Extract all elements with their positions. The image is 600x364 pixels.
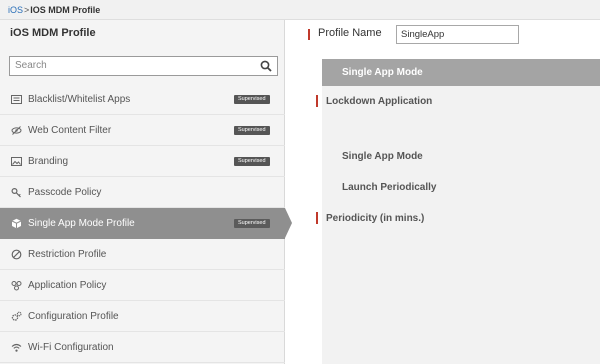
breadcrumb-current: IOS MDM Profile	[30, 5, 101, 15]
sidebar-title: iOS MDM Profile	[10, 27, 96, 39]
search-placeholder: Search	[15, 60, 47, 71]
apps-icon	[11, 281, 22, 291]
breadcrumb-separator: >	[24, 5, 30, 15]
sidebar-item-label: Passcode Policy	[28, 187, 102, 198]
eye-off-icon	[11, 126, 22, 135]
section-title: Single App Mode	[322, 59, 600, 86]
sidebar-item-label: Wi-Fi Configuration	[28, 342, 114, 353]
sidebar-item-label: Configuration Profile	[28, 311, 119, 322]
cube-icon	[11, 218, 22, 229]
main-content: Profile Name Single App Mode Lockdown Ap…	[286, 20, 600, 364]
wifi-icon	[11, 343, 22, 352]
image-icon	[11, 157, 22, 166]
sidebar-item-wifi-configuration[interactable]: Wi-Fi Configuration	[0, 332, 285, 363]
block-icon	[11, 249, 22, 260]
sidebar-item-configuration-profile[interactable]: Configuration Profile	[0, 301, 285, 332]
lockdown-application-label: Lockdown Application	[326, 96, 433, 107]
profile-name-label: Profile Name	[318, 27, 382, 39]
search-input[interactable]: Search	[9, 56, 278, 76]
sidebar-item-blacklist-whitelist-apps[interactable]: Blacklist/Whitelist Apps Supervised	[0, 84, 285, 115]
sidebar-item-label: Restriction Profile	[28, 249, 107, 260]
sidebar-item-label: Branding	[28, 156, 69, 167]
sidebar: iOS MDM Profile Search Blacklist/Whiteli…	[0, 20, 292, 364]
sidebar-item-label: Single App Mode Profile	[28, 218, 135, 229]
required-marker	[316, 95, 318, 107]
supervised-badge: Supervised	[234, 219, 270, 228]
supervised-badge: Supervised	[234, 95, 270, 104]
sidebar-item-passcode-policy[interactable]: Passcode Policy	[0, 177, 285, 208]
single-app-mode-label: Single App Mode	[342, 151, 423, 162]
sidebar-menu: Blacklist/Whitelist Apps Supervised Web …	[0, 84, 292, 363]
sidebar-item-application-policy[interactable]: Application Policy	[0, 270, 285, 301]
periodicity-label: Periodicity (in mins.)	[326, 213, 425, 224]
launch-periodically-label: Launch Periodically	[342, 182, 437, 193]
key-icon	[11, 187, 21, 198]
list-icon	[11, 95, 22, 104]
supervised-badge: Supervised	[234, 126, 270, 135]
single-app-mode-panel: Single App Mode Lockdown Application Sin…	[316, 59, 600, 364]
sidebar-item-label: Application Policy	[28, 280, 107, 291]
sidebar-item-single-app-mode-profile[interactable]: Single App Mode Profile Supervised	[0, 208, 292, 239]
sidebar-item-label: Web Content Filter	[28, 125, 112, 136]
sidebar-item-restriction-profile[interactable]: Restriction Profile	[0, 239, 285, 270]
cog-icon	[11, 311, 22, 321]
sidebar-item-branding[interactable]: Branding Supervised	[0, 146, 285, 177]
sidebar-item-web-content-filter[interactable]: Web Content Filter Supervised	[0, 115, 285, 146]
breadcrumb-ios-link[interactable]: iOS	[8, 5, 23, 15]
breadcrumb: iOS>IOS MDM Profile	[0, 0, 600, 20]
profile-name-input[interactable]	[396, 25, 519, 44]
sidebar-item-label: Blacklist/Whitelist Apps	[28, 94, 131, 105]
required-marker	[316, 212, 318, 224]
supervised-badge: Supervised	[234, 157, 270, 166]
search-icon[interactable]	[260, 60, 272, 72]
required-marker	[308, 29, 310, 40]
